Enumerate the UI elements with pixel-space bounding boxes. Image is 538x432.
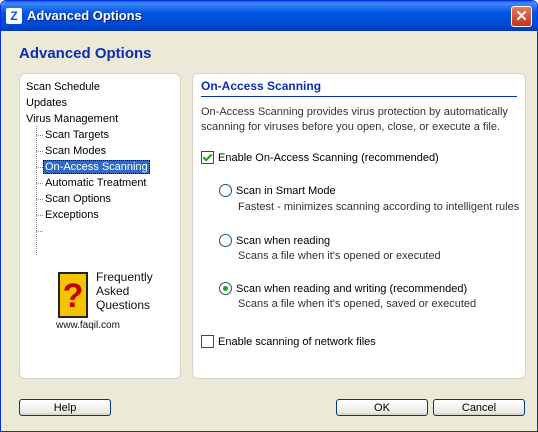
enable-network-row[interactable]: Enable scanning of network files bbox=[201, 335, 376, 348]
close-button[interactable]: ✕ bbox=[511, 6, 532, 27]
help-button[interactable]: Help bbox=[19, 399, 111, 416]
tree-branch bbox=[36, 135, 43, 136]
enable-network-label: Enable scanning of network files bbox=[218, 335, 376, 348]
sidebar-item-updates[interactable]: Updates bbox=[26, 97, 67, 109]
scan-reading-label: Scan when reading bbox=[236, 234, 331, 247]
dialog-content: Advanced Options Scan Schedule Updates V… bbox=[1, 31, 537, 431]
enable-onaccess-label: Enable On-Access Scanning (recommended) bbox=[218, 151, 439, 164]
section-divider bbox=[201, 96, 517, 97]
sidebar-item-scan-schedule[interactable]: Scan Schedule bbox=[26, 81, 100, 93]
faq-logo: ? Frequently Asked Questions www.faqil.c… bbox=[56, 270, 164, 336]
sidebar-item-automatic-treatment[interactable]: Automatic Treatment bbox=[45, 177, 147, 189]
section-description: On-Access Scanning provides virus protec… bbox=[201, 106, 508, 133]
faq-line: Frequently bbox=[96, 270, 153, 284]
faq-url: www.faqil.com bbox=[56, 320, 120, 331]
navigation-tree: Scan Schedule Updates Virus Management S… bbox=[19, 73, 181, 379]
tree-branch bbox=[36, 183, 43, 184]
smart-mode-label: Scan in Smart Mode bbox=[236, 184, 336, 197]
tree-branch bbox=[36, 215, 43, 216]
ok-button[interactable]: OK bbox=[336, 399, 428, 416]
tree-branch bbox=[36, 151, 43, 152]
scan-reading-writing-description: Scans a file when it's opened, saved or … bbox=[238, 298, 477, 310]
sidebar-item-scan-modes[interactable]: Scan Modes bbox=[45, 145, 106, 157]
sidebar-item-on-access-scanning[interactable]: On-Access Scanning bbox=[43, 160, 150, 174]
enable-onaccess-checkbox[interactable] bbox=[201, 151, 214, 164]
scan-reading-writing-row[interactable]: Scan when reading and writing (recommend… bbox=[219, 282, 467, 295]
title-bar[interactable]: Z Advanced Options ✕ bbox=[1, 1, 537, 31]
smart-mode-row[interactable]: Scan in Smart Mode bbox=[219, 184, 336, 197]
sidebar-item-exceptions[interactable]: Exceptions bbox=[45, 209, 99, 221]
smart-mode-radio[interactable] bbox=[219, 184, 232, 197]
tree-connector bbox=[36, 126, 37, 255]
enable-network-checkbox[interactable] bbox=[201, 335, 214, 348]
sidebar-item-scan-options[interactable]: Scan Options bbox=[45, 193, 111, 205]
question-mark-icon: ? bbox=[58, 272, 88, 318]
faq-text: Frequently Asked Questions bbox=[96, 270, 153, 312]
app-icon: Z bbox=[6, 8, 22, 24]
advanced-options-window: Z Advanced Options ✕ Advanced Options Sc… bbox=[0, 0, 538, 432]
scan-reading-radio[interactable] bbox=[219, 234, 232, 247]
settings-panel: On-Access Scanning On-Access Scanning pr… bbox=[192, 73, 526, 379]
cancel-button[interactable]: Cancel bbox=[433, 399, 525, 416]
scan-reading-description: Scans a file when it's opened or execute… bbox=[238, 250, 441, 262]
window-title: Advanced Options bbox=[27, 8, 142, 23]
scan-reading-writing-label: Scan when reading and writing (recommend… bbox=[236, 282, 468, 295]
tree-branch bbox=[36, 167, 43, 168]
sidebar-item-scan-targets[interactable]: Scan Targets bbox=[45, 129, 109, 141]
scan-reading-writing-radio[interactable] bbox=[219, 282, 232, 295]
faq-line: Questions bbox=[96, 298, 151, 312]
faq-line: Asked bbox=[96, 284, 130, 298]
tree-branch bbox=[36, 231, 43, 232]
page-title: Advanced Options bbox=[19, 45, 152, 62]
section-title: On-Access Scanning bbox=[201, 79, 322, 93]
enable-onaccess-row[interactable]: Enable On-Access Scanning (recommended) bbox=[201, 151, 439, 164]
tree-branch bbox=[36, 199, 43, 200]
sidebar-item-virus-management[interactable]: Virus Management bbox=[26, 113, 118, 125]
scan-reading-row[interactable]: Scan when reading bbox=[219, 234, 330, 247]
smart-mode-description: Fastest - minimizes scanning according t… bbox=[238, 201, 520, 213]
